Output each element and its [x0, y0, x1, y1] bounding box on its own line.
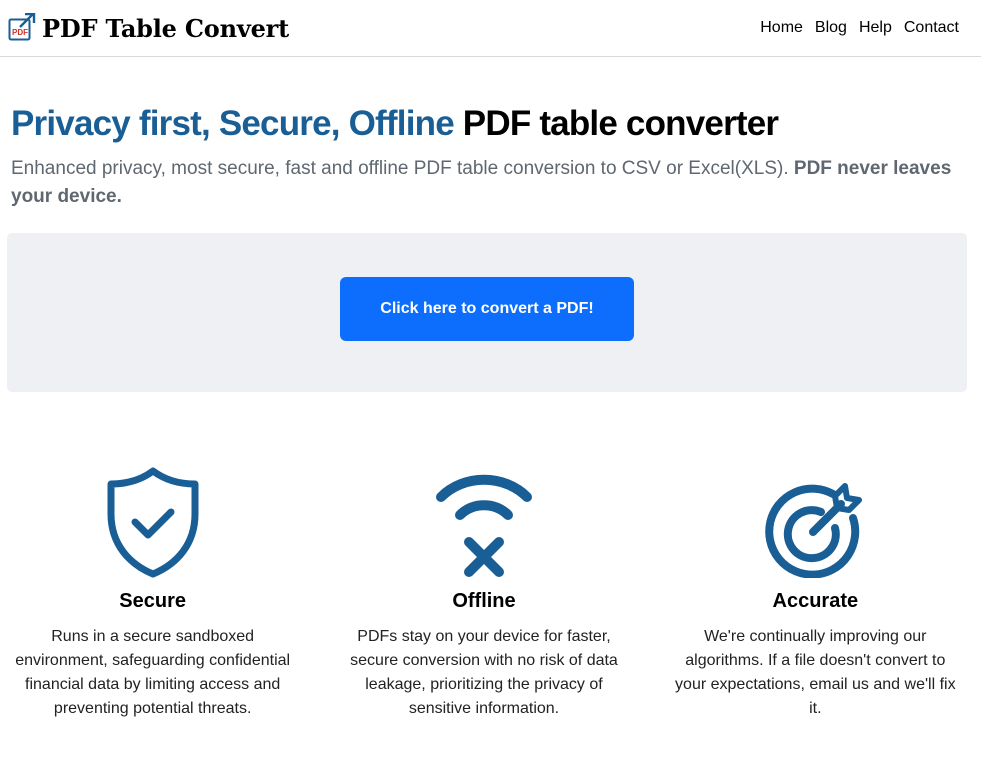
svg-text:PDF: PDF — [12, 28, 28, 37]
hero-lead-text: Enhanced privacy, most secure, fast and … — [11, 158, 794, 179]
hero-title: Privacy first, Secure, Offline PDF table… — [11, 103, 970, 145]
navbar: PDF PDF Table Convert Home Blog Help Con… — [0, 0, 981, 57]
brand-name: PDF Table Convert — [42, 13, 289, 43]
convert-panel: Click here to convert a PDF! — [7, 233, 967, 392]
hero-section: Privacy first, Secure, Offline PDF table… — [0, 57, 981, 211]
nav-contact[interactable]: Contact — [904, 19, 959, 37]
hero-lead: Enhanced privacy, most secure, fast and … — [11, 155, 970, 211]
nav-home[interactable]: Home — [760, 19, 803, 37]
feature-text: PDFs stay on your device for faster, sec… — [350, 628, 618, 717]
feature-text: Runs in a secure sandboxed environment, … — [15, 628, 291, 717]
feature-title: Offline — [452, 590, 516, 612]
hero-title-accent: Privacy first, Secure, Offline — [11, 104, 455, 143]
main-nav: Home Blog Help Contact — [760, 19, 959, 37]
wifi-off-icon — [318, 462, 649, 578]
feature-text: We're continually improving our algorith… — [675, 628, 956, 717]
hero-title-rest: PDF table converter — [453, 104, 779, 143]
nav-blog[interactable]: Blog — [815, 19, 847, 37]
shield-check-icon — [0, 462, 318, 578]
nav-help[interactable]: Help — [859, 19, 892, 37]
features-section: Secure Runs in a secure sandboxed enviro… — [0, 462, 981, 721]
feature-title: Accurate — [772, 590, 859, 612]
feature-accurate: Accurate We're continually improving our… — [650, 462, 981, 721]
feature-secure: Secure Runs in a secure sandboxed enviro… — [0, 462, 318, 721]
target-icon — [650, 462, 981, 578]
brand-link[interactable]: PDF PDF Table Convert — [8, 12, 289, 43]
pdf-logo-icon: PDF — [8, 12, 36, 41]
convert-pdf-button[interactable]: Click here to convert a PDF! — [340, 277, 634, 341]
feature-title: Secure — [119, 590, 187, 612]
feature-offline: Offline PDFs stay on your device for fas… — [318, 462, 649, 721]
